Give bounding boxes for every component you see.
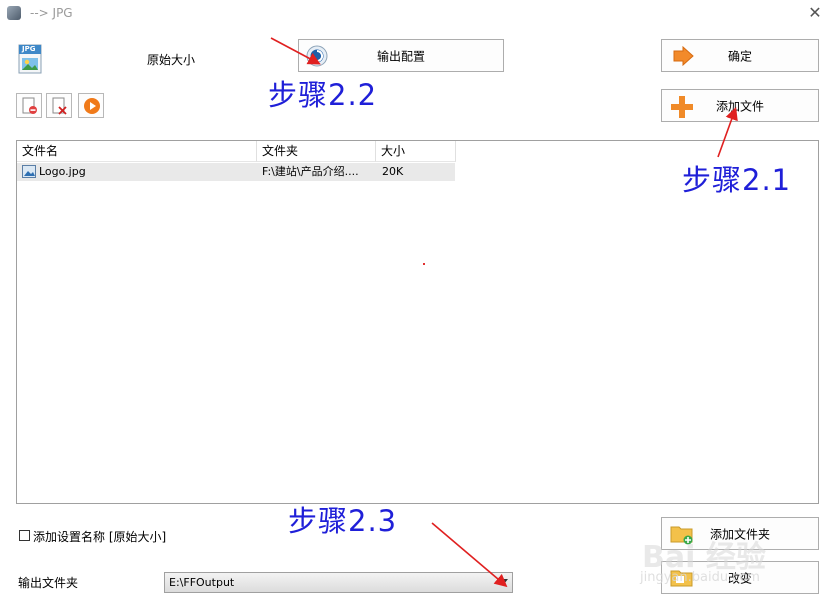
output-config-button[interactable]: 输出配置	[298, 39, 504, 72]
add-file-button[interactable]: 添加文件	[661, 89, 819, 122]
add-file-label: 添加文件	[715, 99, 764, 113]
add-setting-name-label: 添加设置名称 [原始大小]	[33, 530, 167, 544]
ok-label: 确定	[727, 49, 752, 63]
cell-size: 20K	[382, 165, 404, 178]
play-icon	[84, 98, 100, 114]
jpg-badge: JPG	[22, 45, 36, 53]
clear-list-icon	[52, 97, 67, 115]
jpg-file-icon: JPG	[18, 44, 42, 74]
output-folder-select[interactable]: E:\FFOutput	[164, 572, 513, 593]
step-2-2-annotation: 步骤2.2	[268, 78, 378, 112]
table-row[interactable]: Logo.jpg F:\建站\产品介绍.... 20K	[17, 163, 455, 181]
format-label: 原始大小	[147, 53, 196, 67]
add-setting-name-checkbox[interactable]	[19, 530, 30, 541]
watermark-url: jingyan.baidu.com	[640, 570, 760, 585]
clear-list-button[interactable]	[46, 93, 72, 118]
ok-button[interactable]: 确定	[661, 39, 819, 72]
column-header-size[interactable]: 大小	[376, 141, 456, 162]
cell-file-name: Logo.jpg	[39, 165, 86, 178]
close-icon[interactable]: ✕	[804, 2, 826, 24]
cell-folder: F:\建站\产品介绍....	[262, 165, 359, 178]
output-folder-label: 输出文件夹	[18, 576, 79, 590]
remove-file-icon	[22, 97, 37, 114]
column-header-folder[interactable]: 文件夹	[257, 141, 376, 162]
red-dot-marker	[423, 263, 425, 265]
column-header-name[interactable]: 文件名	[17, 141, 257, 162]
image-file-icon	[22, 165, 36, 178]
output-config-label: 输出配置	[376, 49, 425, 63]
step-2-3-annotation: 步骤2.3	[288, 504, 398, 538]
output-folder-value: E:\FFOutput	[169, 576, 235, 589]
app-icon	[7, 6, 21, 20]
remove-file-button[interactable]	[16, 93, 42, 118]
chevron-down-icon[interactable]	[500, 579, 508, 584]
window-title: --> JPG	[30, 6, 73, 20]
play-preview-button[interactable]	[78, 93, 104, 118]
step-2-1-annotation: 步骤2.1	[682, 163, 792, 197]
title-bar: --> JPG ✕	[0, 0, 833, 28]
